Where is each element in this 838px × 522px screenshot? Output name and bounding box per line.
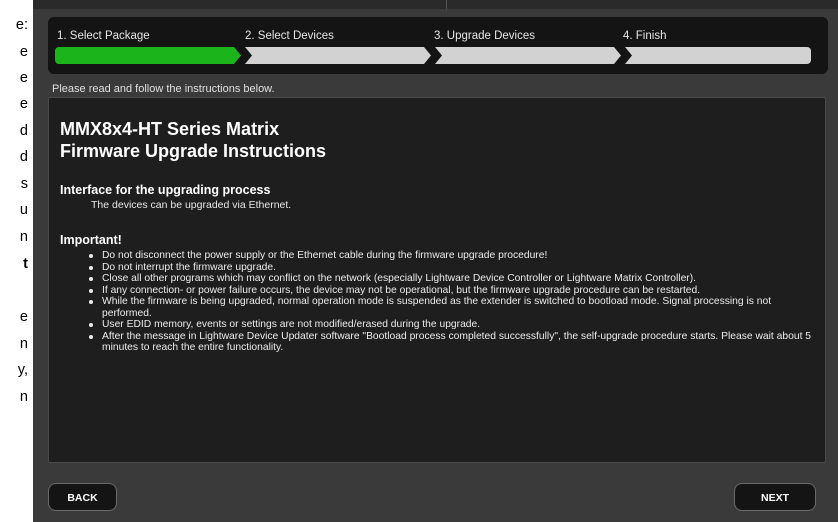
document-text-line: e xyxy=(19,70,28,86)
important-bullet-item: Do not interrupt the firmware upgrade. xyxy=(89,262,819,274)
step-4-label: 4. Finish xyxy=(623,30,667,42)
instructions-panel[interactable]: MMX8x4-HT Series Matrix Firmware Upgrade… xyxy=(48,97,826,463)
document-text-line: n xyxy=(19,336,28,352)
important-heading: Important! xyxy=(60,233,122,247)
back-button[interactable]: BACK xyxy=(48,483,117,511)
important-bullet-item: Close all other programs which may confl… xyxy=(89,273,819,285)
document-title: MMX8x4-HT Series Matrix Firmware Upgrade… xyxy=(60,118,326,162)
document-text-line: t xyxy=(23,256,28,272)
document-text-line: e xyxy=(19,309,28,325)
progress-segment-step-3 xyxy=(435,47,621,64)
interface-text: The devices can be upgraded via Ethernet… xyxy=(91,199,292,211)
document-text-line: e: xyxy=(15,17,28,33)
progress-segment-step-1 xyxy=(55,47,241,64)
document-text-line: u xyxy=(19,202,28,218)
progress-segment-step-4 xyxy=(625,47,811,64)
important-bullet-item: User EDID memory, events or settings are… xyxy=(89,319,819,331)
title-line-1: MMX8x4-HT Series Matrix xyxy=(60,119,280,139)
document-text-line: e xyxy=(19,96,28,112)
step-2-label: 2. Select Devices xyxy=(245,30,334,42)
instructions-hint: Please read and follow the instructions … xyxy=(52,83,275,95)
next-button[interactable]: NEXT xyxy=(734,483,816,511)
wizard-progress-track xyxy=(55,47,811,64)
important-bullet-list: Do not disconnect the power supply or th… xyxy=(89,250,819,354)
step-1-label: 1. Select Package xyxy=(57,30,150,42)
document-text-line: e xyxy=(19,44,28,60)
document-text-line: d xyxy=(19,149,28,165)
important-bullet-item: While the firmware is being upgraded, no… xyxy=(89,296,819,319)
document-text-line: n xyxy=(19,229,28,245)
step-3-label: 3. Upgrade Devices xyxy=(434,30,535,42)
background-document-fragment: e: e e e d d s u n t e n y, n xyxy=(0,0,30,522)
document-text-line: y, xyxy=(17,362,28,378)
important-bullet-item: Do not disconnect the power supply or th… xyxy=(89,250,819,262)
document-text-line: d xyxy=(19,123,28,139)
lightware-device-updater-window: 1. Select Package 2. Select Devices 3. U… xyxy=(33,0,838,522)
window-top-edge xyxy=(33,0,838,9)
title-line-2: Firmware Upgrade Instructions xyxy=(60,141,327,161)
important-bullet-item: After the message in Lightware Device Up… xyxy=(89,331,819,354)
document-text-line: n xyxy=(19,389,28,405)
important-bullet-item: If any connection- or power failure occu… xyxy=(89,285,819,297)
document-text-line: s xyxy=(20,176,28,192)
progress-segment-step-2 xyxy=(245,47,431,64)
wizard-progress-bar: 1. Select Package 2. Select Devices 3. U… xyxy=(48,17,828,74)
interface-heading: Interface for the upgrading process xyxy=(60,183,271,197)
